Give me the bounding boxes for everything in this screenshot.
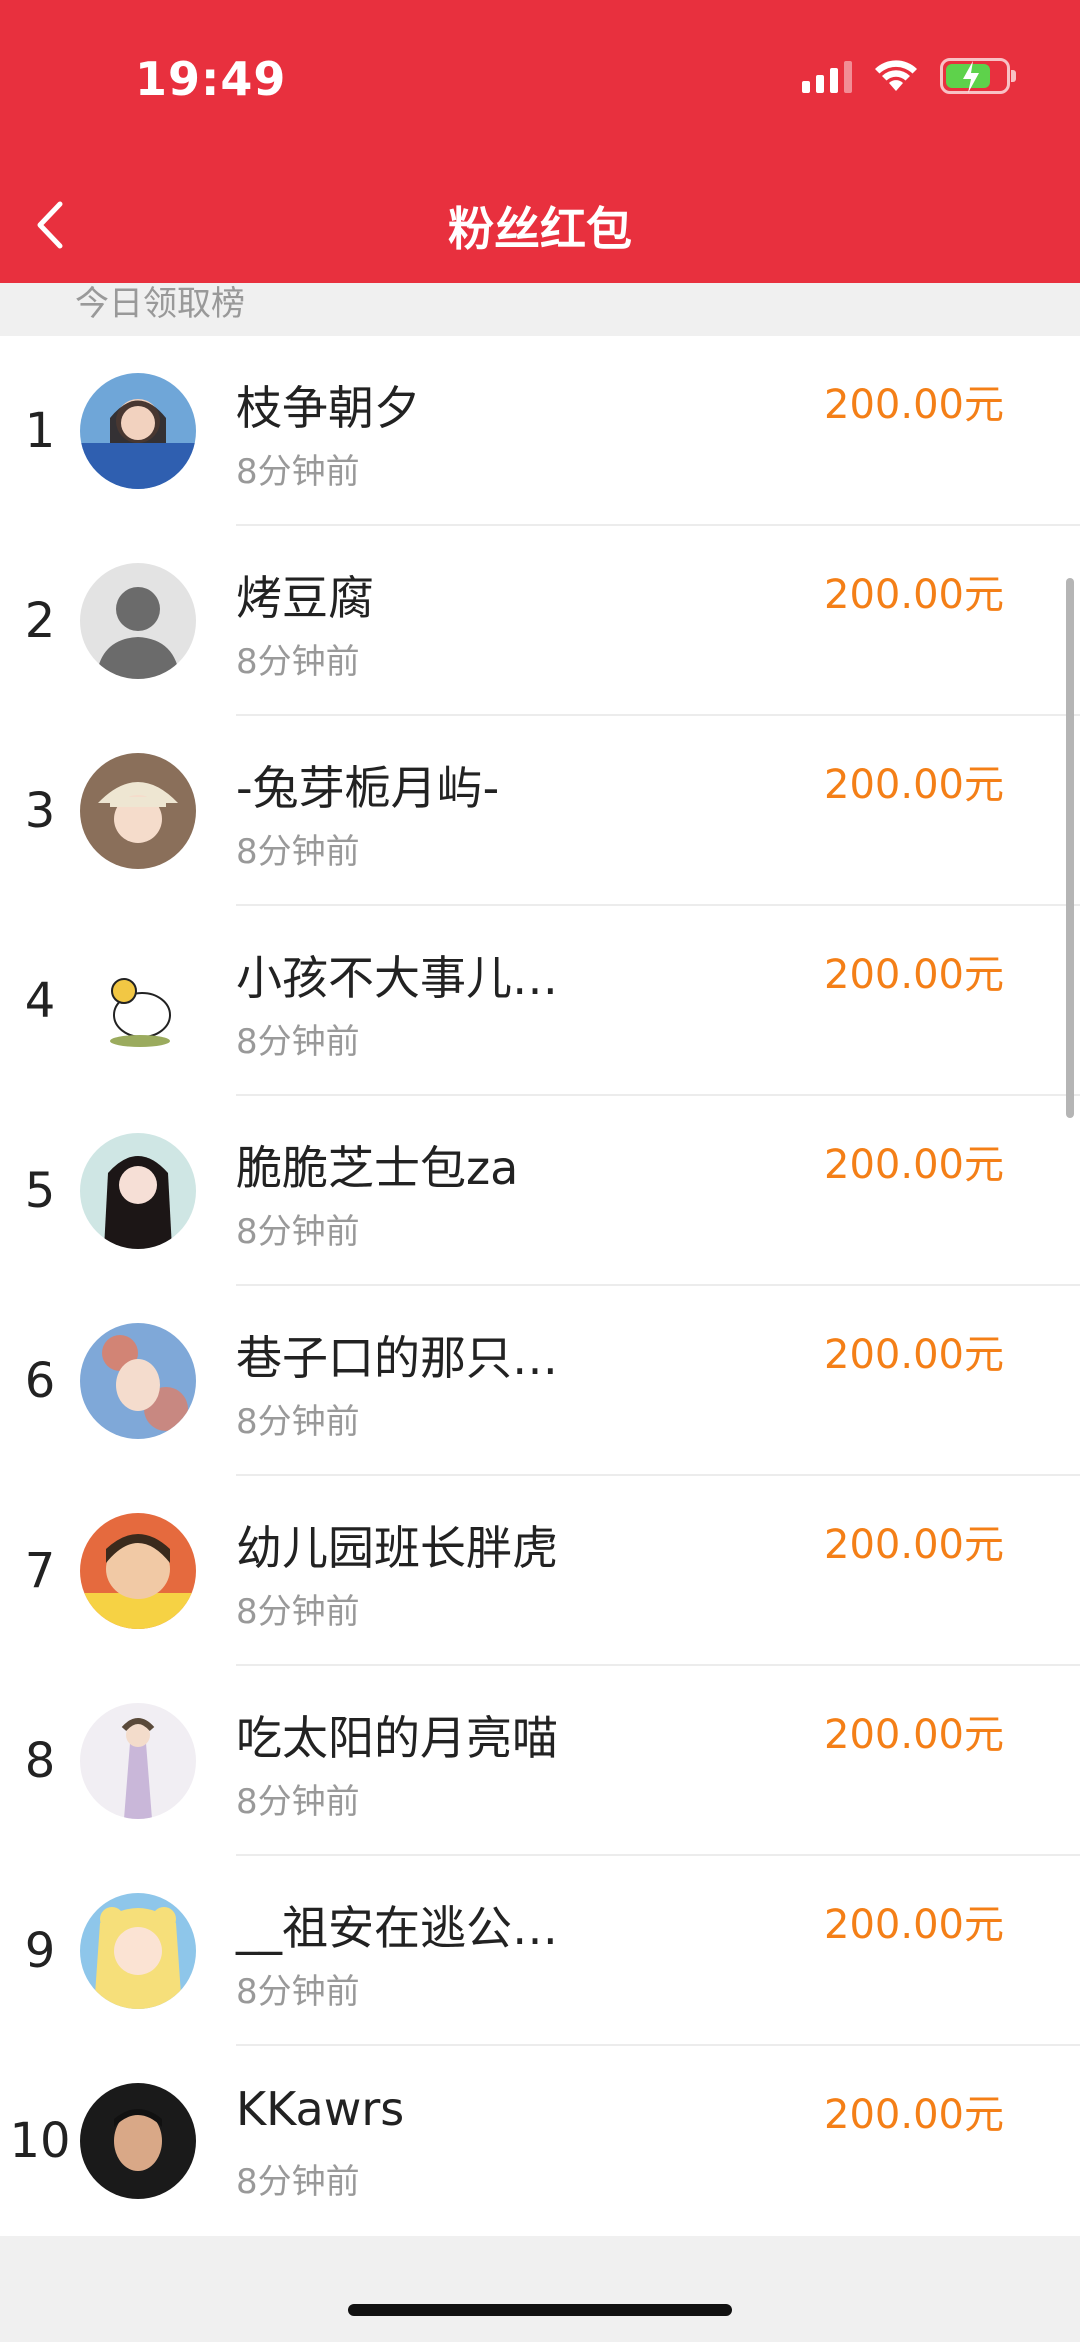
user-name: 巷子口的那只… — [236, 1331, 558, 1385]
scrollbar[interactable] — [1066, 578, 1074, 1118]
user-name: 烤豆腐 — [236, 571, 374, 625]
ranking-row[interactable]: 6 巷子口的那只… 8分钟前 200.00元 — [0, 1286, 1080, 1476]
ranking-row[interactable]: 7 幼儿园班长胖虎 8分钟前 200.00元 — [0, 1476, 1080, 1666]
amount: 200.00元 — [824, 1712, 1004, 1758]
ranking-row[interactable]: 9 __祖安在逃公… 8分钟前 200.00元 — [0, 1856, 1080, 2046]
rank-number: 8 — [24, 1733, 56, 1789]
user-name: -兔芽栀月屿- — [236, 761, 500, 815]
avatar[interactable] — [80, 563, 196, 679]
claim-time: 8分钟前 — [236, 1212, 360, 1252]
page-title: 粉丝红包 — [448, 202, 632, 256]
user-name: 吃太阳的月亮喵 — [236, 1711, 558, 1765]
amount: 200.00元 — [824, 952, 1004, 998]
claim-time: 8分钟前 — [236, 1022, 360, 1062]
amount: 200.00元 — [824, 2092, 1004, 2138]
home-indicator[interactable] — [348, 2304, 732, 2316]
amount: 200.00元 — [824, 762, 1004, 808]
section-label: 今日领取榜 — [75, 284, 245, 324]
user-name: 脆脆芝士包za — [236, 1141, 519, 1195]
rank-number: 6 — [24, 1353, 56, 1409]
battery-charging-icon — [940, 58, 1016, 94]
amount: 200.00元 — [824, 1522, 1004, 1568]
cellular-signal-icon — [802, 59, 852, 93]
ranking-row[interactable]: 1 枝争朝夕 8分钟前 200.00元 — [0, 336, 1080, 526]
claim-time: 8分钟前 — [236, 1402, 360, 1442]
avatar[interactable] — [80, 1133, 196, 1249]
avatar[interactable] — [80, 943, 196, 1059]
wifi-icon — [875, 60, 917, 91]
ranking-row[interactable]: 4 小孩不大事儿… 8分钟前 200.00元 — [0, 906, 1080, 1096]
user-name: 枝争朝夕 — [236, 381, 420, 435]
rank-number: 5 — [24, 1163, 56, 1219]
ranking-list: 1 枝争朝夕 8分钟前 200.00元 2 烤豆腐 8分钟前 200.00元 3… — [0, 336, 1080, 2236]
user-name: KKawrs — [236, 2082, 405, 2136]
status-time: 19:49 — [135, 52, 287, 106]
rank-number: 9 — [24, 1923, 56, 1979]
rank-number: 7 — [24, 1543, 56, 1599]
top-bar: 19:49 粉丝红包 — [0, 0, 1080, 283]
user-name: 幼儿园班长胖虎 — [236, 1521, 558, 1575]
rank-number: 3 — [24, 783, 56, 839]
amount: 200.00元 — [824, 1332, 1004, 1378]
amount: 200.00元 — [824, 382, 1004, 428]
rank-number: 10 — [9, 2113, 71, 2169]
rank-number: 4 — [24, 973, 56, 1029]
ranking-row[interactable]: 2 烤豆腐 8分钟前 200.00元 — [0, 526, 1080, 716]
amount: 200.00元 — [824, 1902, 1004, 1948]
amount: 200.00元 — [824, 1142, 1004, 1188]
claim-time: 8分钟前 — [236, 1782, 360, 1822]
avatar[interactable] — [80, 373, 196, 489]
ranking-row[interactable]: 8 吃太阳的月亮喵 8分钟前 200.00元 — [0, 1666, 1080, 1856]
claim-time: 8分钟前 — [236, 1972, 360, 2012]
avatar[interactable] — [80, 1893, 196, 2009]
ranking-row[interactable]: 10 KKawrs 8分钟前 200.00元 — [0, 2046, 1080, 2236]
user-name: __祖安在逃公… — [236, 1901, 558, 1955]
avatar[interactable] — [80, 753, 196, 869]
ranking-row[interactable]: 5 脆脆芝士包za 8分钟前 200.00元 — [0, 1096, 1080, 1286]
rank-number: 2 — [24, 593, 56, 649]
avatar[interactable] — [80, 1703, 196, 1819]
claim-time: 8分钟前 — [236, 832, 360, 872]
avatar[interactable] — [80, 2083, 196, 2199]
claim-time: 8分钟前 — [236, 452, 360, 492]
status-icons — [802, 58, 1016, 94]
claim-time: 8分钟前 — [236, 2162, 360, 2202]
user-name: 小孩不大事儿… — [236, 951, 558, 1005]
rank-number: 1 — [24, 403, 56, 459]
ranking-row[interactable]: 3 -兔芽栀月屿- 8分钟前 200.00元 — [0, 716, 1080, 906]
claim-time: 8分钟前 — [236, 1592, 360, 1632]
claim-time: 8分钟前 — [236, 642, 360, 682]
avatar[interactable] — [80, 1323, 196, 1439]
avatar[interactable] — [80, 1513, 196, 1629]
amount: 200.00元 — [824, 572, 1004, 618]
